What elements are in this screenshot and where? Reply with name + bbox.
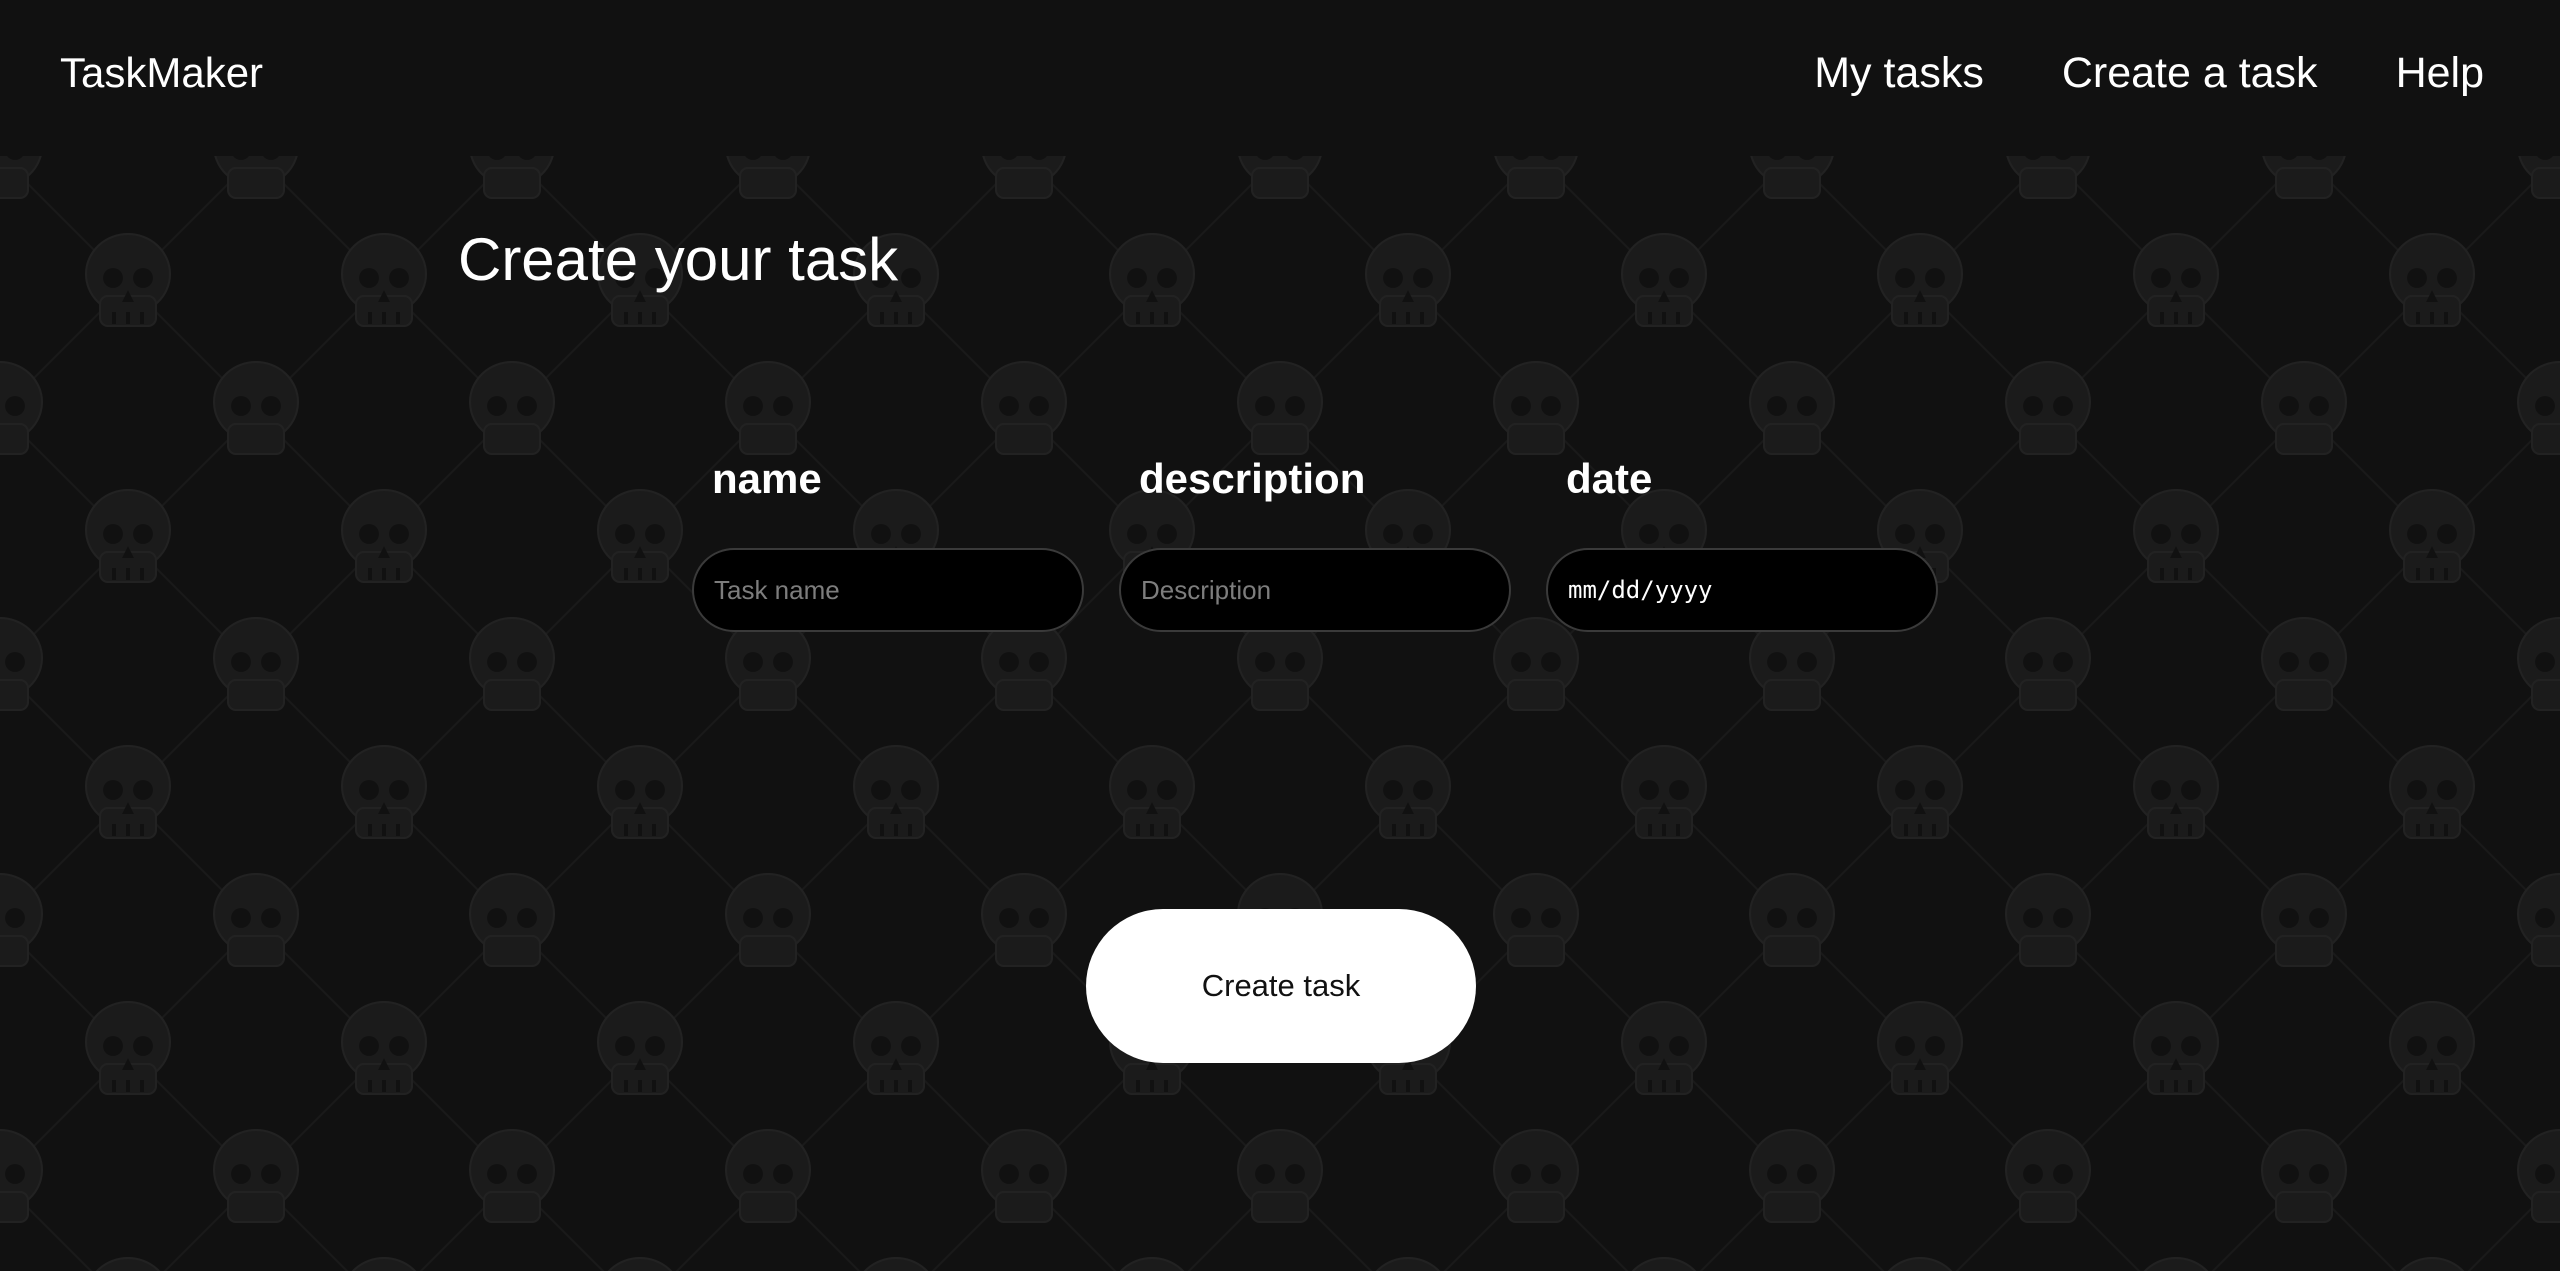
task-name-input[interactable] (692, 548, 1084, 632)
description-field-group: description (1119, 452, 1511, 632)
create-task-button[interactable]: Create task (1086, 909, 1476, 1063)
name-field-label: name (712, 455, 822, 502)
description-field-label: description (1139, 455, 1366, 502)
name-field-group: name (692, 452, 1084, 632)
date-field-label: date (1566, 455, 1653, 502)
date-input[interactable] (1546, 548, 1938, 632)
description-input[interactable] (1119, 548, 1511, 632)
create-task-form-area: Create your task name description date C… (0, 0, 2560, 1271)
page-title: Create your task (458, 226, 899, 293)
date-field-group: date (1546, 452, 1938, 632)
